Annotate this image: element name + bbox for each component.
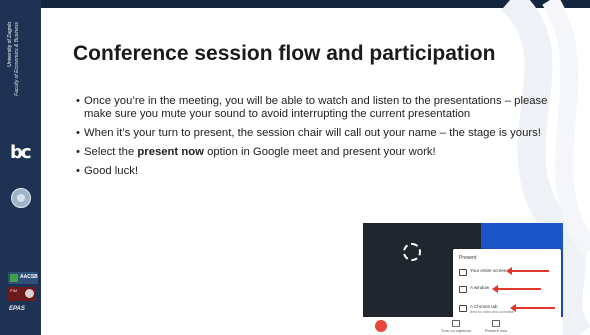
google-meet-screenshot: Present Your entire screen A window A Ch…	[363, 223, 563, 335]
aacsb-mark-icon	[10, 274, 18, 282]
loading-spinner-icon	[403, 243, 421, 261]
bullet-list: • Once you’re in the meeting, you will b…	[76, 95, 556, 184]
bullet-item: • When it’s your turn to present, the se…	[76, 127, 556, 140]
slide: University of Zagreb Faculty of Economic…	[0, 0, 590, 335]
aacsb-badge: AACSB	[8, 272, 38, 284]
epas-badge: EPAS	[9, 306, 25, 312]
university-seal-icon	[11, 188, 31, 208]
bullet-text: Once you’re in the meeting, you will be …	[84, 95, 548, 120]
bullet-item: • Good luck!	[76, 165, 556, 178]
bullet-item: • Once you’re in the meeting, you will b…	[76, 95, 556, 121]
bullet-dot: •	[76, 95, 80, 107]
menu-item-label: A Chrome tab	[470, 304, 498, 309]
pim-seal-icon	[25, 289, 34, 298]
bullet-text-pre: Select the	[84, 146, 138, 158]
slide-title: Conference session flow and participatio…	[73, 42, 496, 65]
present-icon	[492, 320, 500, 327]
pim-label: PIM	[10, 288, 18, 293]
conference-logo: bc	[10, 142, 32, 163]
end-call-button[interactable]	[375, 320, 387, 332]
bullet-dot: •	[76, 165, 80, 177]
window-icon	[459, 286, 467, 293]
bullet-dot: •	[76, 146, 80, 158]
top-bar	[0, 0, 590, 8]
red-arrow	[506, 267, 549, 275]
bullet-item: • Select the present now option in Googl…	[76, 146, 484, 159]
present-now-emphasis: present now	[137, 146, 204, 158]
menu-item-label: A window	[470, 285, 490, 290]
tab-icon	[459, 305, 467, 312]
bullet-text-post: option in Google meet and present your w…	[203, 146, 436, 158]
captions-icon	[452, 320, 460, 327]
red-arrow	[492, 285, 541, 293]
red-arrow	[510, 304, 555, 312]
bullet-text: Good luck!	[84, 165, 139, 177]
university-name-line-1: University of Zagreb	[7, 22, 13, 67]
menu-item-sublabel: Best for video and animation	[470, 310, 515, 314]
bullet-text: When it’s your turn to present, the sess…	[84, 127, 541, 139]
aacsb-label: AACSB	[20, 274, 38, 280]
captions-button[interactable]: Turn on captions	[441, 319, 471, 333]
meet-control-bar: Turn on captions Present now	[363, 317, 563, 335]
captions-label: Turn on captions	[441, 328, 471, 333]
monitor-icon	[459, 269, 467, 276]
faculty-name: Faculty of Economics & Business	[14, 22, 20, 96]
present-menu: Present Your entire screen A window A Ch…	[453, 249, 561, 325]
sidebar: University of Zagreb Faculty of Economic…	[0, 0, 41, 335]
pim-badge: PIM	[8, 287, 36, 301]
bullet-dot: •	[76, 127, 80, 139]
present-now-label: Present now	[484, 328, 508, 333]
present-now-button[interactable]: Present now	[481, 319, 511, 333]
menu-item-label: Your entire screen	[470, 268, 507, 273]
present-menu-title: Present	[459, 255, 477, 261]
